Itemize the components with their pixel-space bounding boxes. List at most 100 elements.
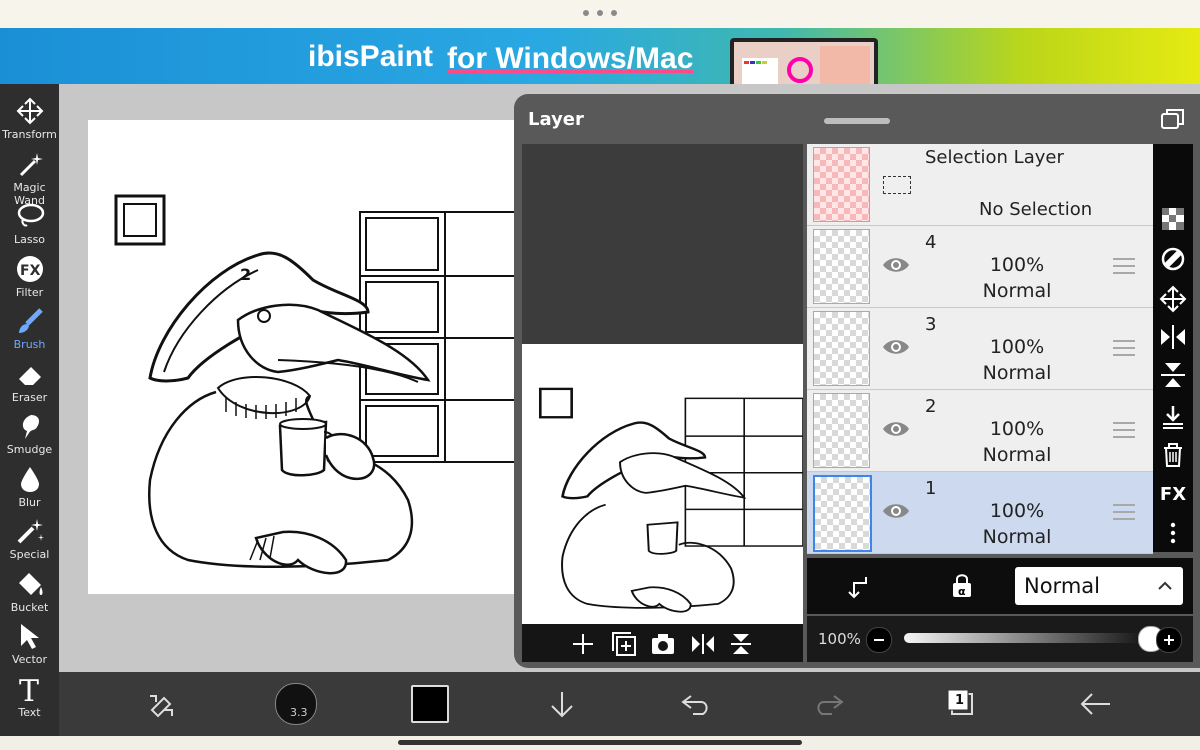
layer-fx-button[interactable]: FX bbox=[1158, 482, 1188, 512]
layer-number: 2 bbox=[925, 396, 937, 417]
layer-row[interactable]: 4 100% Normal bbox=[807, 226, 1153, 308]
tool-brush[interactable]: Brush bbox=[0, 302, 59, 354]
tool-lasso[interactable]: Lasso bbox=[0, 197, 59, 249]
tool-label: Filter bbox=[15, 285, 44, 299]
tool-label: Lasso bbox=[13, 233, 46, 246]
selection-status: No Selection bbox=[979, 199, 1093, 220]
tool-filter[interactable]: FX Filter bbox=[0, 250, 59, 302]
layer-opacity: 100% bbox=[989, 418, 1045, 440]
merge-down-icon[interactable] bbox=[1158, 402, 1188, 432]
layer-row[interactable]: 2 100% Normal bbox=[807, 390, 1153, 472]
tool-text[interactable]: T Text bbox=[0, 670, 59, 722]
layer-thumbnail bbox=[813, 393, 870, 468]
drag-handle-icon[interactable] bbox=[1113, 258, 1135, 274]
layer-blend-mode: Normal bbox=[982, 526, 1052, 548]
tool-label: Brush bbox=[13, 338, 46, 351]
banner-tagline: for Windows/Mac bbox=[447, 42, 694, 75]
add-layer-icon[interactable] bbox=[571, 632, 595, 656]
move-layer-icon[interactable] bbox=[1158, 284, 1188, 314]
color-swatch-button[interactable] bbox=[411, 685, 449, 723]
layer-opacity: 100% bbox=[989, 336, 1045, 358]
layers-button[interactable]: 1 bbox=[946, 688, 976, 718]
camera-icon[interactable] bbox=[650, 632, 676, 656]
tool-special[interactable]: Special bbox=[0, 512, 59, 564]
eye-visibility-icon[interactable] bbox=[881, 418, 911, 440]
flip-layer-vertical-icon[interactable] bbox=[1158, 360, 1188, 390]
smudge-icon bbox=[0, 411, 59, 441]
svg-text:2: 2 bbox=[240, 265, 251, 284]
move-arrows-icon bbox=[0, 96, 59, 126]
home-indicator[interactable] bbox=[398, 740, 802, 745]
tool-transform[interactable]: Transform bbox=[0, 92, 59, 144]
layer-opacity: 100% bbox=[989, 254, 1045, 276]
cursor-icon bbox=[0, 621, 59, 651]
selection-layer-row[interactable]: Selection Layer No Selection bbox=[807, 144, 1153, 226]
window-toggle-icon[interactable] bbox=[1160, 108, 1186, 132]
drawing-canvas[interactable]: 2 bbox=[88, 120, 519, 594]
layer-number: 4 bbox=[925, 232, 937, 253]
layer-thumbnail bbox=[813, 311, 870, 386]
back-arrow-icon[interactable] bbox=[1080, 690, 1112, 718]
tool-eraser[interactable]: Eraser bbox=[0, 355, 59, 407]
layer-opacity: 100% bbox=[989, 500, 1045, 522]
selection-layer-thumbnail bbox=[813, 147, 870, 222]
mask-circle-icon[interactable] bbox=[1158, 244, 1188, 274]
alpha-lock-icon[interactable]: α bbox=[948, 572, 976, 600]
tool-label: Bucket bbox=[10, 600, 49, 614]
layer-number: 1 bbox=[925, 478, 937, 499]
drag-handle-icon[interactable] bbox=[1113, 422, 1135, 438]
tool-blur[interactable]: Blur bbox=[0, 460, 59, 512]
tool-bucket[interactable]: Bucket bbox=[0, 565, 59, 617]
eraser-icon bbox=[0, 359, 59, 389]
more-vertical-icon[interactable] bbox=[1158, 518, 1188, 548]
brush-eraser-swap-icon[interactable] bbox=[146, 690, 178, 720]
layer-number: 3 bbox=[925, 314, 937, 335]
opacity-slider[interactable] bbox=[904, 633, 1150, 643]
svg-text:FX: FX bbox=[20, 263, 41, 279]
tool-label: Vector bbox=[11, 653, 48, 666]
tool-label: Text bbox=[18, 705, 41, 719]
layer-row[interactable]: 3 100% Normal bbox=[807, 308, 1153, 390]
checker-transparency-icon[interactable] bbox=[1158, 204, 1188, 234]
tool-smudge[interactable]: Smudge bbox=[0, 407, 59, 459]
flip-horizontal-icon[interactable] bbox=[690, 632, 716, 656]
sparkle-pen-icon bbox=[0, 516, 59, 546]
more-dots-icon[interactable] bbox=[583, 6, 617, 20]
trash-icon[interactable] bbox=[1158, 440, 1188, 470]
layer-panel-title: Layer bbox=[528, 109, 584, 130]
magic-wand-icon bbox=[0, 149, 59, 179]
tool-label: Blur bbox=[18, 495, 41, 509]
layer-blend-mode: Normal bbox=[982, 280, 1052, 302]
tool-label: Smudge bbox=[6, 443, 53, 456]
eye-visibility-icon[interactable] bbox=[881, 336, 911, 358]
banner-app-screenshot bbox=[730, 38, 878, 84]
tool-magic-wand[interactable]: Magic Wand bbox=[0, 145, 59, 207]
selection-rect-icon bbox=[883, 176, 911, 194]
download-arrow-icon[interactable] bbox=[548, 690, 576, 720]
clipping-icon[interactable] bbox=[846, 573, 872, 599]
layers-count-badge: 1 bbox=[955, 693, 965, 708]
flip-vertical-icon[interactable] bbox=[729, 632, 755, 656]
drag-handle-icon[interactable] bbox=[1113, 504, 1135, 520]
eye-visibility-icon[interactable] bbox=[881, 500, 911, 522]
redo-icon[interactable] bbox=[814, 690, 844, 718]
opacity-decrease-button[interactable] bbox=[866, 627, 892, 653]
brush-size-button[interactable]: 3.3 bbox=[275, 683, 317, 725]
drag-handle-icon[interactable] bbox=[1113, 340, 1135, 356]
svg-text:T: T bbox=[19, 674, 39, 704]
duplicate-layer-icon[interactable] bbox=[611, 631, 637, 657]
tool-vector[interactable]: Vector bbox=[0, 617, 59, 669]
layer-panel-drag-handle[interactable] bbox=[824, 118, 890, 124]
chevron-up-icon[interactable] bbox=[1156, 578, 1174, 592]
undo-icon[interactable] bbox=[681, 690, 711, 718]
brush-size-value: 3.3 bbox=[290, 706, 308, 719]
layer-thumbnail bbox=[813, 475, 872, 552]
tool-label: Transform bbox=[2, 128, 57, 141]
eye-visibility-icon[interactable] bbox=[881, 254, 911, 276]
selection-layer-name: Selection Layer bbox=[925, 147, 1064, 168]
brush-icon bbox=[0, 306, 59, 336]
opacity-increase-button[interactable] bbox=[1156, 627, 1182, 653]
flip-layer-horizontal-icon[interactable] bbox=[1158, 322, 1188, 352]
lasso-icon bbox=[0, 201, 59, 231]
layer-row[interactable]: 1 100% Normal bbox=[807, 472, 1153, 554]
